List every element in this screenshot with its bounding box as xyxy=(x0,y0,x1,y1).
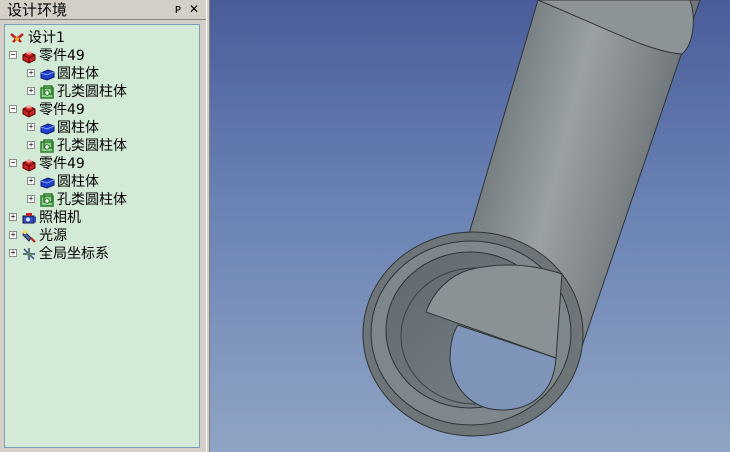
tree-hole-cylinder-1-label: 孔类圆柱体 xyxy=(57,84,127,100)
3d-viewport[interactable] xyxy=(210,0,730,452)
tree-part-2-label: 零件49 xyxy=(39,102,85,118)
part-icon xyxy=(21,102,37,118)
tree-hole-cylinder-2[interactable]: + 孔类圆柱体 xyxy=(5,137,199,155)
hole-cylinder-icon xyxy=(39,84,55,100)
tree-camera-label: 照相机 xyxy=(39,210,81,226)
camera-icon xyxy=(21,210,37,226)
expand-toggle[interactable]: + xyxy=(27,87,35,95)
cylinder-solid-icon xyxy=(39,66,55,82)
expand-toggle[interactable]: + xyxy=(27,69,35,77)
tree-cylinder-3-label: 圆柱体 xyxy=(57,174,99,190)
tree-cylinder-1[interactable]: + 圆柱体 xyxy=(5,65,199,83)
tree-light-source[interactable]: + 光源 xyxy=(5,227,199,245)
panel-title: 设计环境 xyxy=(7,1,68,19)
tree-hole-cylinder-3[interactable]: + 孔类圆柱体 xyxy=(5,191,199,209)
tree-global-axes[interactable]: + 全局坐标系 xyxy=(5,245,199,263)
part-icon xyxy=(21,156,37,172)
hole-cylinder-icon xyxy=(39,192,55,208)
tree-part-3-label: 零件49 xyxy=(39,156,85,172)
expand-toggle[interactable]: + xyxy=(27,177,35,185)
tree-cylinder-2[interactable]: + 圆柱体 xyxy=(5,119,199,137)
tree-root-design[interactable]: 设计1 xyxy=(5,29,199,47)
light-source-icon xyxy=(21,228,37,244)
expand-toggle[interactable]: + xyxy=(27,195,35,203)
cylinder-solid-icon xyxy=(39,174,55,190)
tree-hole-cylinder-3-label: 孔类圆柱体 xyxy=(57,192,127,208)
tree-global-axes-label: 全局坐标系 xyxy=(39,246,109,262)
tree-hole-cylinder-2-label: 孔类圆柱体 xyxy=(57,138,127,154)
design-environment-panel: 设计环境 ᴘ ✕ 设计1 − 零件49 + 圆柱体 + 孔类圆柱体 − 零件49 + 圆柱体 + 孔类圆… xyxy=(0,0,206,452)
expand-toggle[interactable]: + xyxy=(27,123,35,131)
3d-model-view[interactable] xyxy=(210,0,730,452)
pin-icon[interactable]: ᴘ xyxy=(171,2,185,16)
tree-part-2[interactable]: − 零件49 xyxy=(5,101,199,119)
close-icon[interactable]: ✕ xyxy=(187,2,201,16)
tree-part-1-label: 零件49 xyxy=(39,48,85,64)
tree-cylinder-2-label: 圆柱体 xyxy=(57,120,99,136)
expand-toggle[interactable]: + xyxy=(9,231,17,239)
part-icon xyxy=(21,48,37,64)
tree-root-label: 设计1 xyxy=(28,30,65,46)
design-root-icon xyxy=(9,30,25,46)
global-axes-icon xyxy=(21,246,37,262)
hole-cylinder-icon xyxy=(39,138,55,154)
expand-toggle[interactable]: + xyxy=(9,249,17,257)
expand-toggle[interactable]: + xyxy=(27,141,35,149)
panel-header: 设计环境 ᴘ ✕ xyxy=(0,0,206,20)
tree-camera[interactable]: + 照相机 xyxy=(5,209,199,227)
design-tree: 设计1 − 零件49 + 圆柱体 + 孔类圆柱体 − 零件49 + 圆柱体 + 孔类圆柱体 − 零件49 + 圆… xyxy=(4,24,200,448)
tree-part-1[interactable]: − 零件49 xyxy=(5,47,199,65)
tree-cylinder-3[interactable]: + 圆柱体 xyxy=(5,173,199,191)
collapse-toggle[interactable]: − xyxy=(9,51,17,59)
tree-cylinder-1-label: 圆柱体 xyxy=(57,66,99,82)
collapse-toggle[interactable]: − xyxy=(9,105,17,113)
expand-toggle[interactable]: + xyxy=(9,213,17,221)
tree-light-source-label: 光源 xyxy=(39,228,67,244)
tree-hole-cylinder-1[interactable]: + 孔类圆柱体 xyxy=(5,83,199,101)
cylinder-solid-icon xyxy=(39,120,55,136)
tree-part-3[interactable]: − 零件49 xyxy=(5,155,199,173)
collapse-toggle[interactable]: − xyxy=(9,159,17,167)
